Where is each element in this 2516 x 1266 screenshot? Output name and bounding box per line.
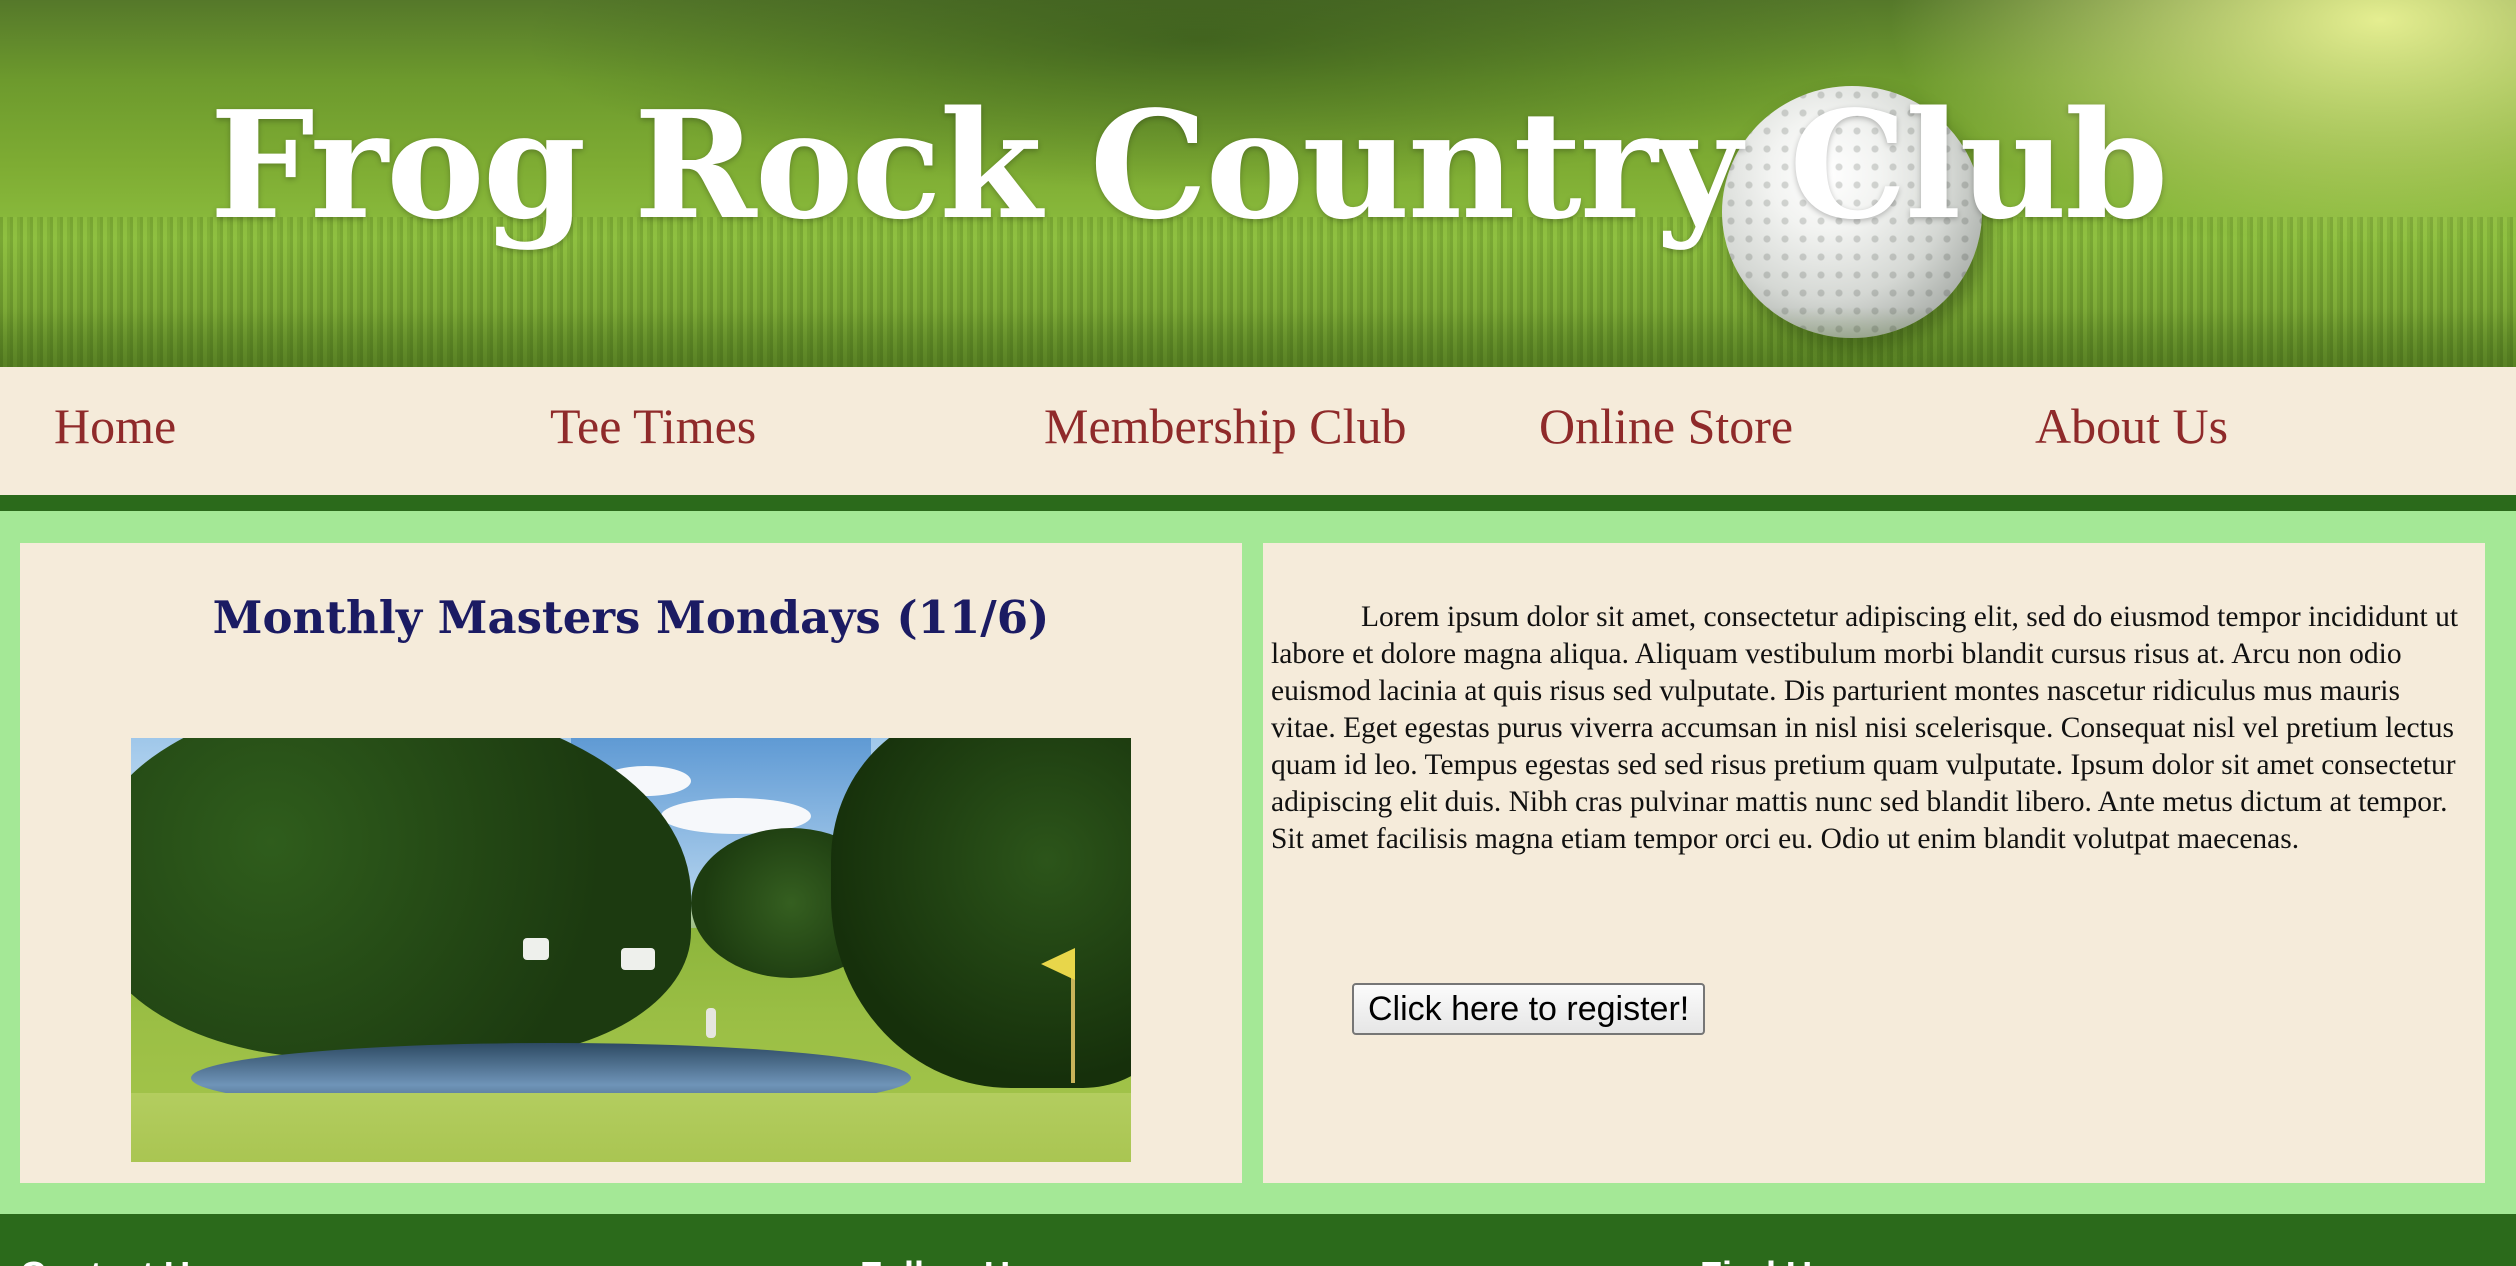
- golf-cart: [621, 948, 655, 970]
- nav-home[interactable]: Home: [54, 397, 176, 455]
- photo-trees-left: [131, 738, 691, 1058]
- register-button[interactable]: Click here to register!: [1352, 983, 1706, 1035]
- footer-heading-follow: Follow Us: [860, 1254, 1030, 1266]
- nav-online-store[interactable]: Online Store: [1539, 397, 1793, 455]
- event-title: Monthly Masters Mondays (11/6): [212, 591, 1050, 644]
- header-banner: Frog Rock Country Club: [0, 0, 2516, 367]
- photo-green: [131, 1093, 1131, 1162]
- main-nav: Home Tee Times Membership Club Online St…: [0, 367, 2516, 495]
- footer-heading-contact: Contact Us: [20, 1254, 210, 1266]
- nav-about-us[interactable]: About Us: [2035, 397, 2228, 455]
- footer: Contact Us Follow Us Find Us: [0, 1214, 2516, 1266]
- flag-icon: [1041, 948, 1075, 980]
- nav-divider: [0, 495, 2516, 511]
- event-details-panel: Lorem ipsum dolor sit amet, consectetur …: [1263, 543, 2485, 1183]
- footer-heading-find: Find Us: [1700, 1254, 1832, 1266]
- site-title: Frog Rock Country Club: [209, 78, 2169, 252]
- golf-cart: [523, 938, 549, 960]
- event-description: Lorem ipsum dolor sit amet, consectetur …: [1271, 601, 2459, 855]
- nav-membership-club[interactable]: Membership Club: [1044, 397, 1406, 455]
- golf-course-photo: [131, 738, 1131, 1162]
- event-panel: Monthly Masters Mondays (11/6): [20, 543, 1242, 1183]
- nav-tee-times[interactable]: Tee Times: [550, 397, 756, 455]
- golfer: [706, 1008, 716, 1038]
